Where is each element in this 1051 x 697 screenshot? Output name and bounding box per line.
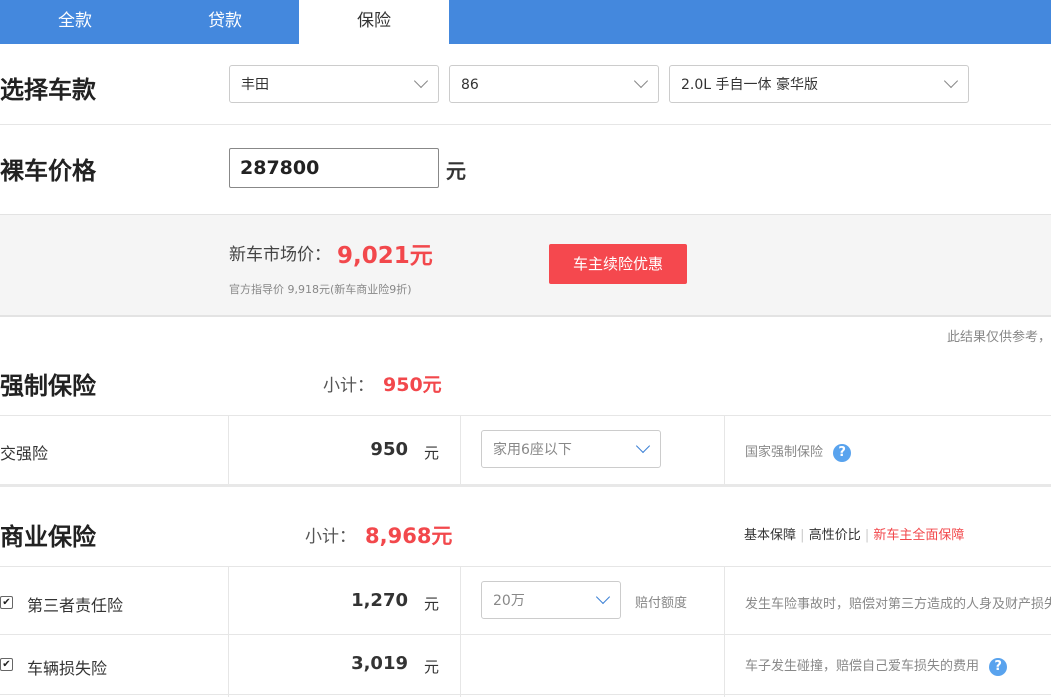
third-party-unit: 元 (424, 595, 440, 613)
plan-selector: 基本保障 | 高性价比 | 新车主全面保障 (744, 528, 965, 543)
plan-basic[interactable]: 基本保障 (744, 528, 796, 543)
help-icon[interactable]: ? (989, 657, 1008, 676)
plan-new-owner-full[interactable]: 新车主全面保障 (873, 528, 964, 543)
brand-select-value: 丰田 (241, 77, 269, 93)
commercial-subtotal-label: 小计： (305, 527, 356, 547)
vehicle-damage-desc: 车子发生碰撞，赔偿自己爱车损失的费用 ? (745, 655, 1008, 676)
market-price-label: 新车市场价： (229, 245, 331, 265)
divider (724, 567, 725, 697)
series-select[interactable]: 86 (449, 65, 659, 103)
seat-type-select[interactable]: 家用6座以下 (481, 430, 661, 468)
plan-value[interactable]: 高性价比 (809, 528, 861, 543)
seat-type-value: 家用6座以下 (493, 442, 572, 458)
guide-price-note: 官方指导价 9,918元(新车商业险9折) (229, 283, 412, 296)
vehicle-damage-name: 车辆损失险 (27, 659, 108, 678)
summary-panel (0, 214, 1051, 317)
divider (0, 415, 1051, 416)
divider (460, 416, 461, 484)
divider (724, 416, 725, 484)
chevron-down-icon (595, 589, 611, 605)
divider (0, 694, 1051, 695)
series-select-value: 86 (461, 77, 479, 93)
jiaoqiang-desc: 国家强制保险 ? (745, 441, 852, 462)
tab-bar: 全款 贷款 保险 (0, 0, 1051, 44)
commercial-title: 商业保险 (0, 523, 96, 551)
jiaoqiang-desc-text: 国家强制保险 (745, 445, 824, 460)
price-unit: 元 (446, 159, 466, 183)
help-icon[interactable]: ? (833, 443, 852, 462)
chevron-down-icon (635, 438, 651, 454)
third-party-amount: 1,270 (351, 590, 408, 611)
third-party-desc: 发生车险事故时，赔偿对第三方造成的人身及财产损失 (745, 597, 1051, 612)
market-price-value: 9,021元 (337, 243, 433, 269)
tab-loan[interactable]: 贷款 (150, 0, 300, 44)
renew-discount-button[interactable]: 车主续险优惠 (549, 244, 687, 284)
third-party-name: 第三者责任险 (27, 596, 124, 615)
brand-select[interactable]: 丰田 (229, 65, 439, 103)
model-select-value: 2.0L 手自一体 豪华版 (681, 77, 818, 93)
divider (0, 124, 1051, 125)
disclaimer-text: 此结果仅供参考， (947, 330, 1051, 345)
tab-full-payment[interactable]: 全款 (0, 0, 150, 44)
tab-insurance[interactable]: 保险 (299, 0, 449, 44)
divider (460, 567, 461, 697)
compulsory-subtotal-label: 小计： (323, 376, 374, 396)
chevron-down-icon (943, 73, 959, 89)
compulsory-title: 强制保险 (0, 372, 96, 400)
compulsory-subtotal-value: 950元 (383, 374, 442, 396)
jiaoqiang-amount: 950 (370, 439, 408, 460)
select-car-label: 选择车款 (0, 76, 96, 104)
coverage-amount-label: 赔付额度 (635, 596, 688, 611)
jiaoqiang-name: 交强险 (0, 444, 49, 463)
chevron-down-icon (633, 73, 649, 89)
divider (0, 634, 1051, 635)
divider (0, 566, 1051, 567)
third-party-checkbox[interactable]: ✔ (0, 596, 13, 609)
chevron-down-icon (413, 73, 429, 89)
coverage-amount-select[interactable]: 20万 (481, 581, 621, 619)
model-select[interactable]: 2.0L 手自一体 豪华版 (669, 65, 969, 103)
price-input[interactable] (229, 148, 439, 188)
jiaoqiang-unit: 元 (424, 444, 440, 462)
divider (228, 567, 229, 697)
vehicle-damage-checkbox[interactable]: ✔ (0, 658, 13, 671)
divider (228, 416, 229, 484)
vehicle-damage-desc-text: 车子发生碰撞，赔偿自己爱车损失的费用 (745, 659, 980, 674)
section-divider (0, 484, 1051, 487)
coverage-amount-value: 20万 (493, 593, 525, 609)
commercial-subtotal-value: 8,968元 (365, 524, 453, 548)
vehicle-damage-amount: 3,019 (351, 653, 408, 674)
vehicle-damage-unit: 元 (424, 658, 440, 676)
price-label: 裸车价格 (0, 157, 96, 185)
